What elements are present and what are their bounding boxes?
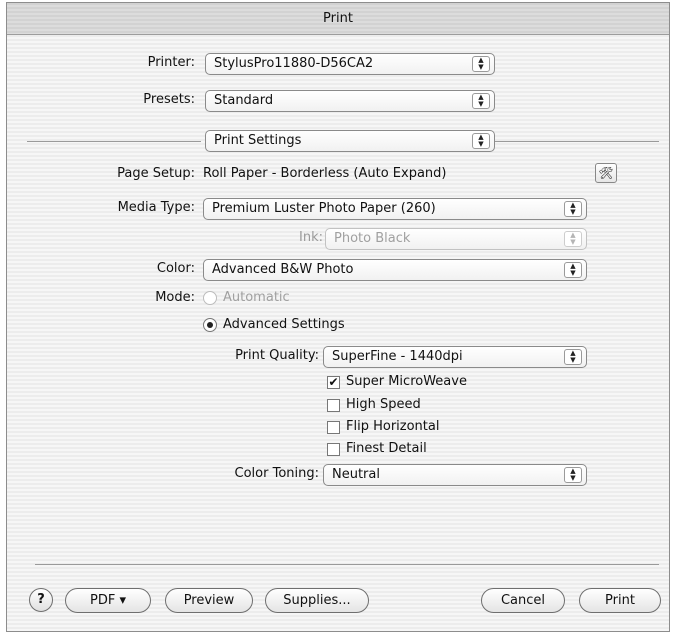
popup-arrows-icon: ▲ ▼ bbox=[564, 262, 582, 278]
mode-automatic-label: Automatic bbox=[223, 290, 290, 305]
printer-utility-icon[interactable]: 🛠 bbox=[595, 163, 617, 183]
popup-arrows-icon: ▲ ▼ bbox=[472, 56, 490, 72]
page-setup-value: Roll Paper - Borderless (Auto Expand) bbox=[203, 166, 447, 181]
finest-detail-label: Finest Detail bbox=[346, 441, 427, 456]
footer-divider bbox=[35, 564, 659, 565]
ink-popup[interactable]: Photo Black ▲ ▼ bbox=[325, 228, 587, 250]
mode-advanced-radio[interactable] bbox=[203, 318, 217, 332]
printer-popup[interactable]: StylusPro11880-D56CA2 ▲ ▼ bbox=[205, 53, 495, 75]
mode-advanced-label: Advanced Settings bbox=[223, 317, 345, 332]
popup-arrows-icon: ▲ ▼ bbox=[564, 467, 582, 483]
mode-label: Mode: bbox=[155, 290, 195, 305]
print-quality-value: SuperFine - 1440dpi bbox=[332, 349, 463, 364]
checkmark-icon: ✔ bbox=[328, 375, 339, 389]
presets-label: Presets: bbox=[143, 92, 195, 107]
section-divider-left bbox=[27, 141, 201, 142]
popup-arrows-icon: ▲ ▼ bbox=[472, 133, 490, 149]
print-button[interactable]: Print bbox=[579, 588, 661, 613]
color-popup[interactable]: Advanced B&W Photo ▲ ▼ bbox=[203, 259, 587, 281]
cancel-button[interactable]: Cancel bbox=[481, 588, 565, 613]
presets-popup[interactable]: Standard ▲ ▼ bbox=[205, 90, 495, 112]
high-speed-checkbox[interactable] bbox=[327, 399, 340, 412]
panel-popup[interactable]: Print Settings ▲ ▼ bbox=[205, 130, 495, 152]
flip-horizontal-checkbox[interactable] bbox=[327, 421, 340, 434]
color-value: Advanced B&W Photo bbox=[212, 262, 354, 277]
section-divider-right bbox=[495, 141, 659, 142]
ink-label: Ink: bbox=[299, 230, 323, 245]
color-toning-popup[interactable]: Neutral ▲ ▼ bbox=[323, 464, 587, 486]
ink-value: Photo Black bbox=[334, 231, 411, 246]
media-type-value: Premium Luster Photo Paper (260) bbox=[212, 201, 436, 216]
popup-arrows-icon: ▲ ▼ bbox=[564, 231, 582, 247]
popup-arrows-icon: ▲ ▼ bbox=[472, 93, 490, 109]
help-button[interactable]: ? bbox=[29, 588, 53, 612]
print-dialog: Print Printer: StylusPro11880-D56CA2 ▲ ▼ … bbox=[6, 2, 670, 632]
preview-button[interactable]: Preview bbox=[165, 588, 253, 613]
high-speed-label: High Speed bbox=[346, 397, 421, 412]
finest-detail-checkbox[interactable] bbox=[327, 443, 340, 456]
presets-value: Standard bbox=[214, 93, 274, 108]
color-label: Color: bbox=[156, 261, 195, 276]
page-setup-label: Page Setup: bbox=[117, 166, 195, 181]
color-toning-value: Neutral bbox=[332, 467, 380, 482]
window-title: Print bbox=[7, 3, 669, 35]
popup-arrows-icon: ▲ ▼ bbox=[564, 349, 582, 365]
printer-value: StylusPro11880-D56CA2 bbox=[214, 56, 374, 71]
printer-label: Printer: bbox=[147, 55, 195, 70]
print-quality-label: Print Quality: bbox=[235, 348, 319, 363]
mode-automatic-radio[interactable] bbox=[203, 291, 217, 305]
panel-value: Print Settings bbox=[214, 133, 302, 148]
media-type-popup[interactable]: Premium Luster Photo Paper (260) ▲ ▼ bbox=[203, 198, 587, 220]
super-microweave-checkbox[interactable]: ✔ bbox=[327, 376, 340, 389]
flip-horizontal-label: Flip Horizontal bbox=[346, 419, 440, 434]
color-toning-label: Color Toning: bbox=[234, 466, 319, 481]
media-type-label: Media Type: bbox=[117, 200, 195, 215]
popup-arrows-icon: ▲ ▼ bbox=[564, 201, 582, 217]
supplies-button[interactable]: Supplies... bbox=[265, 588, 369, 613]
pdf-button[interactable]: PDF ▾ bbox=[65, 588, 151, 613]
super-microweave-label: Super MicroWeave bbox=[346, 374, 467, 389]
print-quality-popup[interactable]: SuperFine - 1440dpi ▲ ▼ bbox=[323, 346, 587, 368]
